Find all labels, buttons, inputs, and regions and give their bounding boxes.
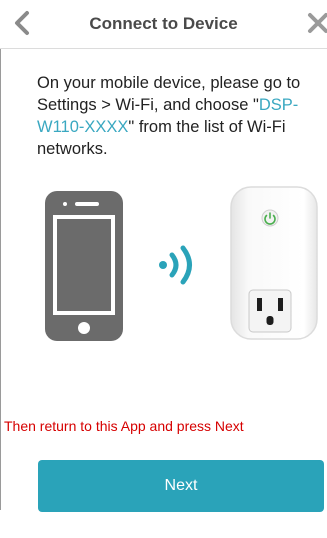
smart-plug-icon xyxy=(230,186,318,340)
connect-to-device-screen: Connect to Device On your mobile device,… xyxy=(0,0,327,538)
close-icon xyxy=(308,13,327,33)
page-title: Connect to Device xyxy=(89,14,238,33)
instruction-text: On your mobile device, please go to Sett… xyxy=(37,72,323,160)
header-bar: Connect to Device xyxy=(0,0,327,49)
next-button[interactable]: Next xyxy=(38,460,324,512)
chevron-left-icon xyxy=(15,11,29,35)
back-button[interactable] xyxy=(10,10,36,36)
close-button[interactable] xyxy=(307,11,327,35)
return-instruction: Then return to this App and press Next xyxy=(4,418,244,434)
wifi-signal-icon xyxy=(159,245,192,285)
smartphone-icon xyxy=(45,191,123,341)
connection-illustration xyxy=(0,185,327,345)
